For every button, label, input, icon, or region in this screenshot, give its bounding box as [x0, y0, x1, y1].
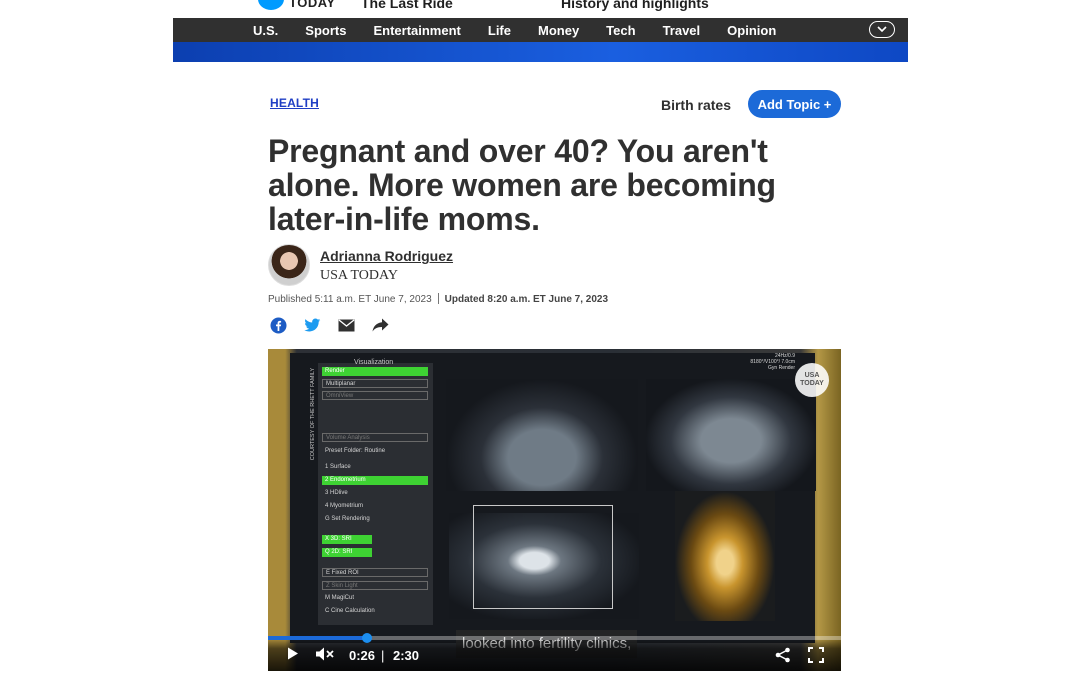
section-link-health[interactable]: HEALTH	[270, 96, 319, 110]
article-page: TODAY The Last Ride History and highligh…	[0, 0, 1080, 675]
courtesy-text: COURTESY OF THE RHETT FAMILY	[310, 367, 316, 461]
usa-today-logo[interactable]	[258, 0, 284, 10]
author-name-link[interactable]: Adrianna Rodriguez	[320, 248, 453, 264]
ultrasound-view-3	[449, 505, 639, 619]
roi-box	[473, 505, 613, 609]
current-time: 0:26	[349, 648, 376, 663]
twitter-icon[interactable]	[304, 318, 321, 333]
nav-item-life[interactable]: Life	[488, 23, 511, 38]
menu-row: Preset Folder: Routine	[325, 448, 386, 454]
menu-row: Multiplanar	[322, 379, 428, 388]
promo-link-history[interactable]: History and highlights	[561, 0, 709, 11]
menu-row: C Cine Calculation	[325, 608, 375, 614]
duration: 2:30	[393, 648, 420, 663]
author-avatar[interactable]	[268, 244, 310, 286]
top-strip: TODAY The Last Ride History and highligh…	[173, 0, 908, 18]
usa-today-watermark: USA TODAY	[795, 363, 829, 397]
nav-item-entertainment[interactable]: Entertainment	[373, 23, 460, 38]
nav-item-us[interactable]: U.S.	[253, 23, 278, 38]
menu-row: Render	[322, 367, 428, 376]
play-icon[interactable]	[287, 647, 299, 660]
menu-row: Q 2D: SRI	[322, 548, 372, 557]
date-divider	[437, 293, 439, 304]
menu-row: G Set Rendering	[325, 516, 370, 522]
nav-item-money[interactable]: Money	[538, 23, 579, 38]
byline: Adrianna Rodriguez USA TODAY	[268, 244, 668, 288]
panel-title: Visualization	[354, 359, 394, 366]
mute-icon[interactable]	[316, 647, 335, 661]
published-date: Published 5:11 a.m. ET June 7, 2023	[268, 294, 432, 305]
share-arrow-icon[interactable]	[372, 318, 389, 332]
ultrasound-view-1	[446, 379, 638, 491]
menu-row: 1 Surface	[325, 464, 351, 470]
scan-parameters: 24Hz/0.9 8180°/V100°/ 7.0cm Gyn Render	[750, 353, 795, 371]
menu-row: Volume Analysis	[322, 433, 428, 442]
ultrasound-menu: Visualization Render Multiplanar OmniVie…	[318, 359, 433, 625]
publish-dates: Published 5:11 a.m. ET June 7, 2023 Updat…	[268, 293, 608, 305]
share-icon[interactable]	[775, 647, 791, 663]
nav-item-sports[interactable]: Sports	[305, 23, 346, 38]
facebook-icon[interactable]	[270, 317, 287, 334]
updated-date: Updated 8:20 a.m. ET June 7, 2023	[444, 294, 609, 305]
menu-row: Z Skin Light	[322, 581, 428, 590]
ultrasound-3d-render	[675, 491, 775, 621]
menu-row: X 3D: SRI	[322, 535, 372, 544]
email-icon[interactable]	[338, 318, 355, 332]
author-outlet: USA TODAY	[320, 268, 398, 283]
menu-row: E Fixed ROI	[322, 568, 428, 577]
nav-item-tech[interactable]: Tech	[606, 23, 635, 38]
progress-fill	[268, 636, 368, 640]
menu-row: OmniView	[322, 391, 428, 400]
menu-row: 3 HDlive	[325, 490, 348, 496]
courtesy-credit: COURTESY OF THE RHETT FAMILY	[306, 363, 316, 473]
ultrasound-screen: COURTESY OF THE RHETT FAMILY Visualizati…	[290, 353, 816, 643]
fullscreen-icon[interactable]	[808, 647, 824, 663]
menu-row: M MagiCut	[325, 595, 355, 601]
add-topic-button[interactable]: Add Topic +	[748, 90, 841, 118]
nav-item-travel[interactable]: Travel	[663, 23, 701, 38]
article-headline: Pregnant and over 40? You aren't alone. …	[268, 133, 776, 237]
logo-text: TODAY	[289, 0, 336, 10]
header-banner	[173, 42, 908, 62]
menu-row: 2 Endometrium	[322, 476, 428, 485]
share-bar	[270, 316, 406, 334]
progress-bar[interactable]	[268, 633, 841, 643]
time-divider: |	[381, 648, 385, 663]
menu-row: 4 Myometrium	[325, 503, 364, 509]
promo-link-last-ride[interactable]: The Last Ride	[361, 0, 453, 11]
nav-item-opinion[interactable]: Opinion	[727, 23, 776, 38]
topic-label[interactable]: Birth rates	[661, 97, 731, 113]
topic-row: HEALTH Birth rates Add Topic +	[268, 90, 841, 118]
main-nav: U.S. Sports Entertainment Life Money Tec…	[173, 18, 908, 42]
video-player[interactable]: COURTESY OF THE RHETT FAMILY Visualizati…	[268, 349, 841, 671]
ultrasound-view-2	[646, 379, 816, 491]
chevron-down-icon[interactable]	[869, 21, 895, 38]
